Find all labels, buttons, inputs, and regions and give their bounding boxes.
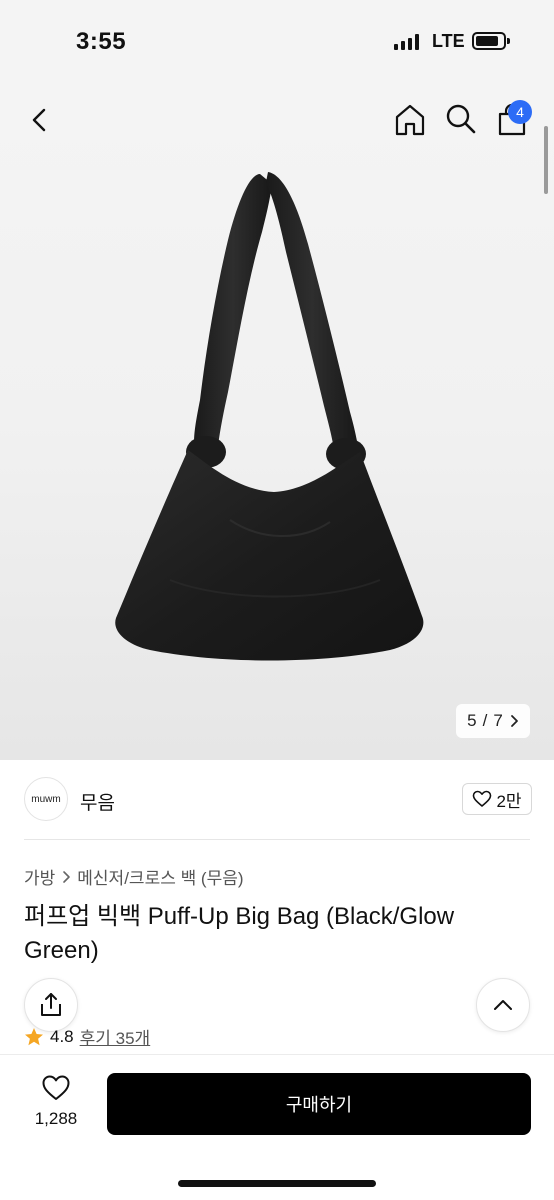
status-bar: 3:55 LTE [0,0,554,84]
signal-icon [394,34,420,50]
image-pager[interactable]: 5 / 7 [456,704,530,738]
divider [24,839,530,840]
home-button[interactable] [394,102,426,138]
cart-count-badge: 4 [508,100,532,124]
breadcrumb-category[interactable]: 가방 [24,864,55,889]
heart-icon [42,1075,70,1100]
chevron-right-icon [510,715,518,727]
breadcrumb-subcategory[interactable]: 메신저/크로스 백 (무음) [77,864,243,889]
breadcrumb: 가방 메신저/크로스 백 (무음) [24,864,244,889]
pager-current: 5 [467,711,477,730]
brand-like-button[interactable]: 2만 [462,783,532,815]
search-icon [446,104,476,134]
pager-separator: / [482,711,488,730]
battery-icon [472,32,510,50]
home-icon [395,104,425,136]
search-button[interactable] [444,102,478,136]
chevron-right-icon [63,870,71,883]
brand-like-count: 2만 [496,791,522,811]
scrollbar[interactable] [544,126,548,194]
brand-logo[interactable]: muwm [24,777,68,821]
home-indicator [178,1180,376,1187]
buy-button[interactable]: 구매하기 [107,1073,531,1135]
chevron-up-icon [494,1000,512,1010]
wishlist-button[interactable]: 1,288 [28,1074,84,1134]
brand-logo-text: muwm [31,793,61,805]
network-label: LTE [432,31,465,51]
review-link[interactable]: 후기 35개 [80,1024,151,1049]
back-button[interactable] [24,100,56,140]
scroll-top-button[interactable] [476,978,530,1032]
star-icon [25,1027,43,1045]
heart-icon [473,790,492,807]
rating-score: 4.8 [50,1026,74,1046]
brand-name[interactable]: 무음 [80,788,115,815]
product-image [115,172,424,661]
share-icon [41,993,61,1016]
bottom-bar-divider [0,1054,554,1055]
wishlist-count: 1,288 [34,1109,78,1128]
rating-summary: 4.8 후기 35개 [24,1024,150,1049]
product-title: 퍼프업 빅백 Puff-Up Big Bag (Black/Glow Green… [24,903,455,964]
pager-total: 7 [493,711,503,730]
chevron-left-icon [32,108,46,132]
status-time: 3:55 [76,28,127,55]
